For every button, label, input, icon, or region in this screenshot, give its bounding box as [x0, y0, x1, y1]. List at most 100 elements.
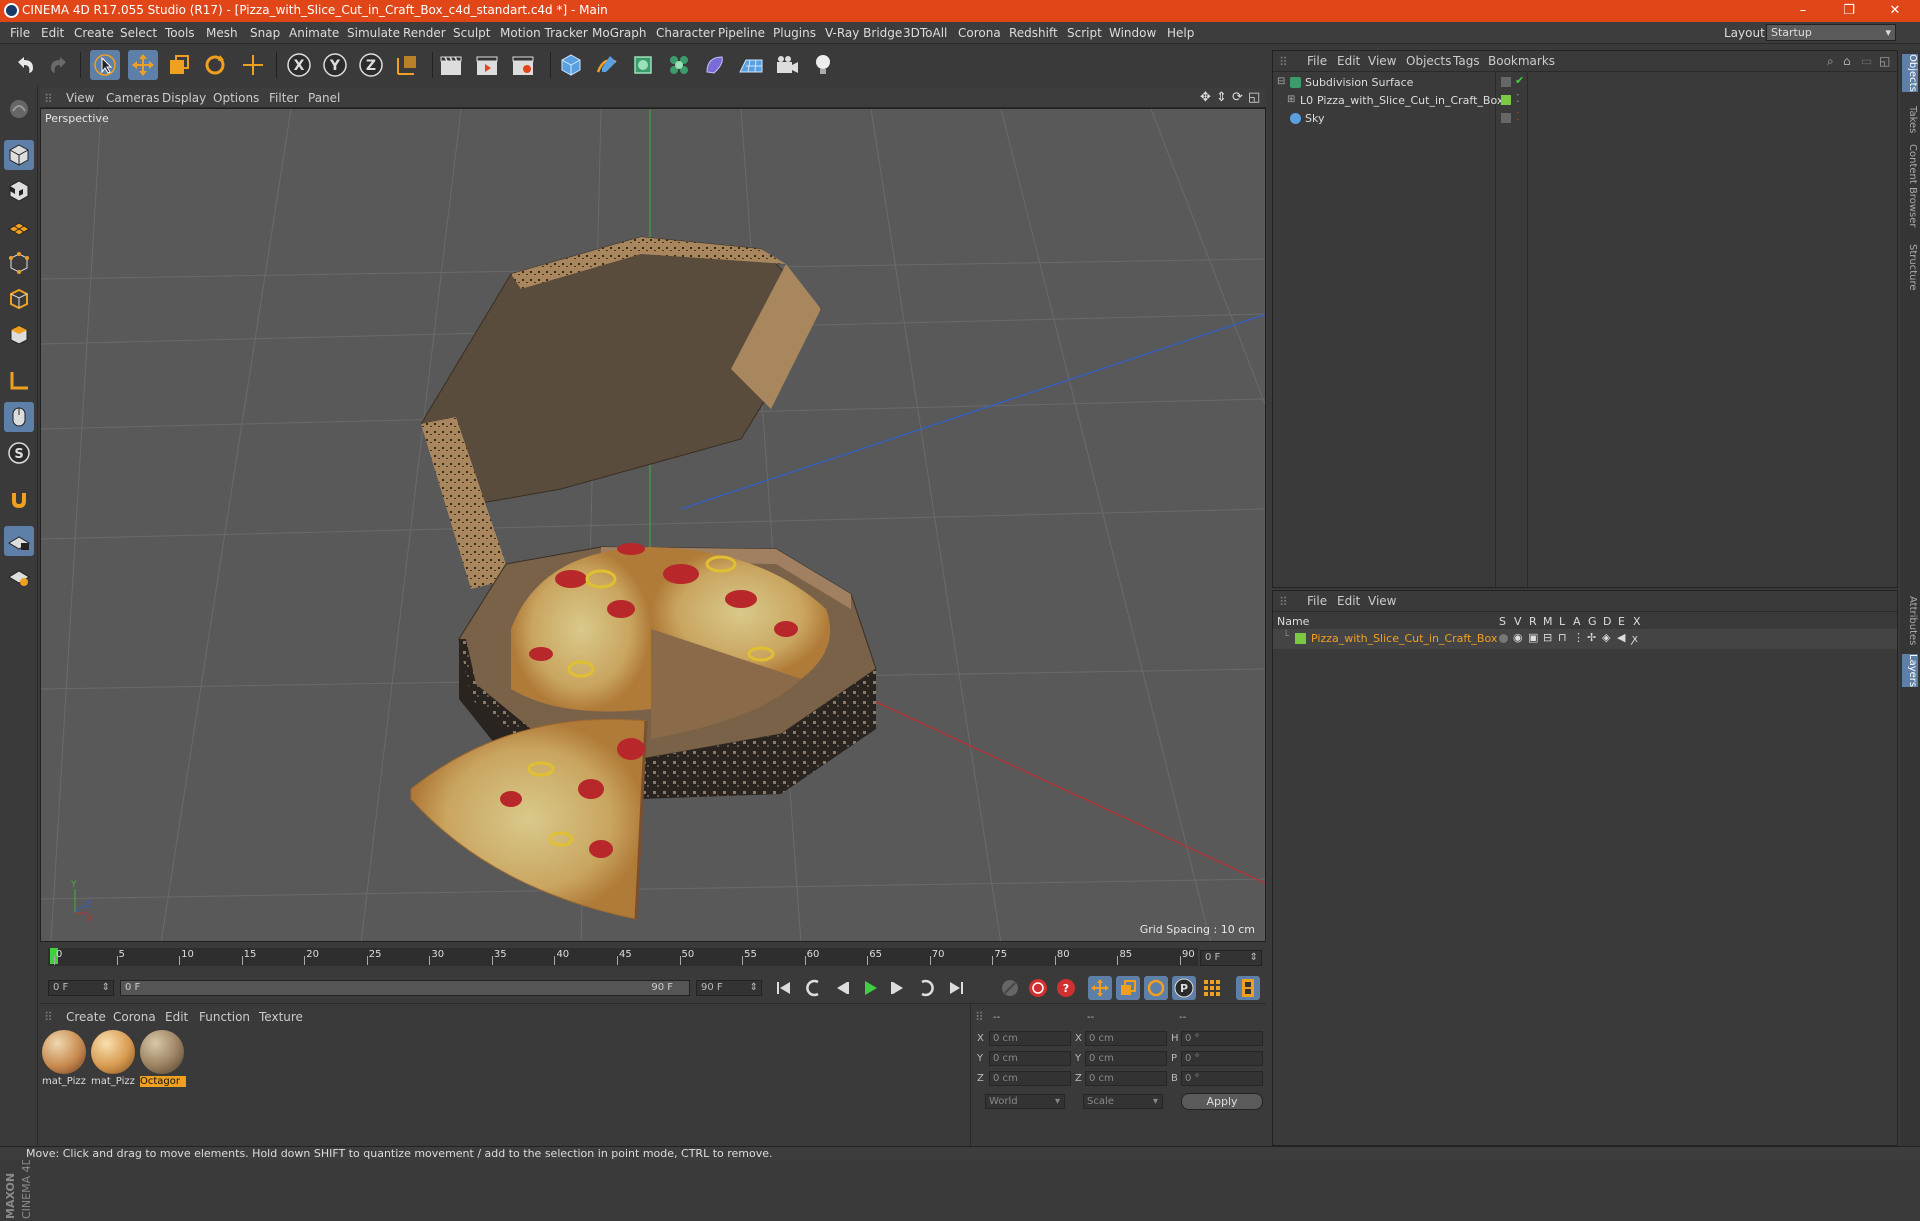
play-button[interactable]: [858, 976, 882, 1000]
size-y-field[interactable]: 0 cm: [1085, 1051, 1167, 1066]
menu-snap[interactable]: Snap: [250, 26, 280, 40]
drag-handle-icon[interactable]: ⠿: [44, 92, 53, 106]
position-z-field[interactable]: 0 cm: [989, 1071, 1071, 1086]
solo-dot-icon[interactable]: [1499, 634, 1508, 643]
go-to-start-button[interactable]: [772, 976, 796, 1000]
rotation-h-field[interactable]: 0 °: [1181, 1031, 1263, 1046]
material-swatch[interactable]: mat_Pizz: [42, 1030, 88, 1092]
z-axis-lock[interactable]: Z: [356, 50, 386, 80]
menu-render[interactable]: Render: [403, 26, 446, 40]
menu-tools[interactable]: Tools: [165, 26, 195, 40]
next-key-button[interactable]: [914, 976, 938, 1000]
add-light-button[interactable]: [808, 50, 838, 80]
viewport-menu-filter[interactable]: Filter: [269, 91, 299, 105]
deformers-icon[interactable]: ◈: [1602, 631, 1610, 644]
objects-menu-objects[interactable]: Objects: [1406, 54, 1451, 68]
key-rotation-button[interactable]: [1144, 976, 1168, 1000]
material-menu-function[interactable]: Function: [199, 1010, 250, 1024]
layers-menu-edit[interactable]: Edit: [1337, 594, 1360, 608]
collapse-icon[interactable]: ⊟: [1277, 76, 1285, 87]
viewport-maximize-icon[interactable]: ◱: [1248, 90, 1260, 105]
visibility-dots-icon[interactable]: ⁚: [1516, 92, 1520, 105]
menu-script[interactable]: Script: [1067, 26, 1102, 40]
previous-frame-button[interactable]: [830, 976, 854, 1000]
search-icon[interactable]: ⌕: [1827, 54, 1834, 69]
objects-menu-file[interactable]: File: [1307, 54, 1327, 68]
minimize-button[interactable]: –: [1780, 0, 1826, 22]
drag-handle-icon[interactable]: ⠿: [975, 1010, 984, 1024]
points-mode-button[interactable]: [4, 248, 34, 278]
expressions-icon[interactable]: ◀: [1617, 631, 1625, 644]
new-view-icon[interactable]: ▭: [1861, 54, 1872, 68]
polygons-mode-button[interactable]: [4, 320, 34, 350]
redo-button[interactable]: [44, 50, 74, 80]
start-frame-field[interactable]: 0 F ⇕: [48, 980, 114, 996]
generators-icon[interactable]: ✢: [1587, 631, 1596, 644]
menu-pipeline[interactable]: Pipeline: [718, 26, 765, 40]
menu-vray-bridge[interactable]: V-Ray Bridge: [825, 26, 902, 40]
objects-menu-view[interactable]: View: [1368, 54, 1396, 68]
viewport-menu-cameras[interactable]: Cameras: [106, 91, 159, 105]
scale-tool[interactable]: [164, 50, 194, 80]
material-menu-edit[interactable]: Edit: [165, 1010, 188, 1024]
render-view-button[interactable]: [436, 50, 466, 80]
go-to-end-button[interactable]: [944, 976, 968, 1000]
home-icon[interactable]: ⌂: [1843, 54, 1851, 68]
menu-redshift[interactable]: Redshift: [1009, 26, 1058, 40]
position-y-field[interactable]: 0 cm: [989, 1051, 1071, 1066]
render-icon[interactable]: ▣: [1528, 631, 1538, 644]
layout-dropdown[interactable]: Startup ▾: [1766, 24, 1896, 41]
menu-help[interactable]: Help: [1167, 26, 1194, 40]
autokeying-button[interactable]: ?: [1054, 976, 1078, 1000]
object-row-subdivision-surface[interactable]: ⊟ Subdivision Surface ✔: [1273, 73, 1897, 93]
add-deformer-button[interactable]: [700, 50, 730, 80]
tab-layers[interactable]: Layers: [1902, 654, 1918, 688]
layer-row[interactable]: └ Pizza_with_Slice_Cut_in_Craft_Box ◉ ▣ …: [1273, 629, 1897, 649]
tab-content-browser[interactable]: Content Browser: [1902, 144, 1918, 227]
layer-toggle-icon[interactable]: [1501, 113, 1511, 123]
viewport-menu-display[interactable]: Display: [162, 91, 206, 105]
apply-button[interactable]: Apply: [1181, 1093, 1263, 1110]
menu-file[interactable]: File: [10, 26, 30, 40]
layer-color-swatch[interactable]: [1501, 95, 1511, 105]
undo-button[interactable]: [10, 50, 40, 80]
tab-takes[interactable]: Takes: [1902, 106, 1918, 133]
axis-mode-button[interactable]: [4, 366, 34, 396]
render-settings-button[interactable]: [508, 50, 538, 80]
material-swatch[interactable]: mat_Pizz: [91, 1030, 137, 1092]
rotate-tool[interactable]: [200, 50, 230, 80]
key-parameter-button[interactable]: P: [1172, 976, 1196, 1000]
objects-menu-edit[interactable]: Edit: [1337, 54, 1360, 68]
rotation-b-field[interactable]: 0 °: [1181, 1071, 1263, 1086]
material-swatch-selected[interactable]: Octagor: [140, 1030, 186, 1092]
key-pla-button[interactable]: [1200, 976, 1224, 1000]
size-x-field[interactable]: 0 cm: [1085, 1031, 1167, 1046]
animation-icon[interactable]: ⋮: [1573, 631, 1584, 644]
timeline-ruler[interactable]: 0 5 10 15 20 25 30 35 40 45 50 55 60 65 70 75 80 85 90 0 F…: [40, 942, 1266, 972]
menu-create[interactable]: Create: [74, 26, 114, 40]
model-mode-button[interactable]: [4, 140, 34, 170]
add-camera-button[interactable]: [772, 50, 802, 80]
x-axis-lock[interactable]: X: [284, 50, 314, 80]
position-x-field[interactable]: 0 cm: [989, 1031, 1071, 1046]
size-z-field[interactable]: 0 cm: [1085, 1071, 1167, 1086]
viewport-nav-move-icon[interactable]: ✥: [1200, 90, 1211, 105]
render-to-picture-viewer-button[interactable]: [472, 50, 502, 80]
tab-objects[interactable]: Objects: [1902, 54, 1918, 92]
planar-workplane-button[interactable]: [4, 562, 34, 592]
previous-key-button[interactable]: [802, 976, 826, 1000]
material-menu-create[interactable]: Create: [66, 1010, 106, 1024]
timeline-window-button[interactable]: [1236, 976, 1260, 1000]
manager-icon[interactable]: ⊟: [1543, 631, 1552, 644]
transform-tool[interactable]: [238, 50, 268, 80]
add-nurbs-button[interactable]: [628, 50, 658, 80]
tweak-mode-button[interactable]: [4, 402, 34, 432]
motion-record-button[interactable]: [998, 976, 1022, 1000]
viewport-nav-zoom-icon[interactable]: ⇕: [1216, 90, 1227, 105]
object-row-sky[interactable]: Sky ⁚: [1273, 109, 1897, 129]
layers-menu-view[interactable]: View: [1368, 594, 1396, 608]
menu-mesh[interactable]: Mesh: [206, 26, 238, 40]
viewport-menu-panel[interactable]: Panel: [308, 91, 340, 105]
add-environment-button[interactable]: [736, 50, 766, 80]
menu-3dtoall[interactable]: 3DToAll: [903, 26, 947, 40]
